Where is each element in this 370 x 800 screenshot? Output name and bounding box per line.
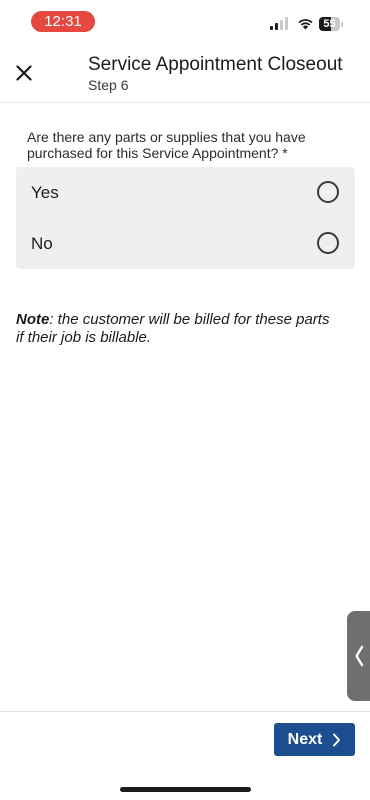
step-indicator: Step 6 (88, 77, 129, 93)
radio-group: Yes No (16, 167, 355, 269)
battery-level: 55 (323, 18, 336, 30)
option-label: Yes (31, 183, 59, 202)
wifi-icon (298, 19, 313, 30)
next-button-label: Next (287, 730, 323, 748)
battery-indicator: 55 (319, 17, 343, 31)
drawer-toggle-button[interactable] (347, 611, 370, 701)
option-label: No (31, 234, 53, 253)
close-button[interactable] (9, 58, 39, 88)
option-no[interactable]: No (16, 218, 355, 269)
chevron-left-icon (354, 645, 363, 667)
close-icon (16, 65, 32, 81)
radio-button-no[interactable] (317, 232, 339, 254)
bottom-safe-area (0, 772, 370, 800)
cellular-signal-icon (270, 17, 288, 30)
status-bar: 12:31 55 (0, 0, 370, 46)
page-title: Service Appointment Closeout (88, 54, 343, 75)
battery-body: 55 (319, 17, 340, 31)
option-yes[interactable]: Yes (16, 167, 355, 218)
note-text: : the customer will be billed for these … (16, 311, 330, 346)
radio-button-yes[interactable] (317, 181, 339, 203)
page-header: Service Appointment Closeout Step 6 (0, 46, 370, 103)
question-label: Are there any parts or supplies that you… (27, 129, 306, 161)
footer-bar: Next (0, 711, 370, 773)
chevron-right-icon (333, 733, 341, 746)
next-button[interactable]: Next (274, 723, 355, 756)
battery-cap (341, 22, 343, 27)
home-indicator (120, 787, 251, 792)
billing-note: Note: the customer will be billed for th… (16, 311, 336, 347)
status-time: 12:31 (31, 11, 95, 32)
note-label: Note (16, 311, 50, 328)
